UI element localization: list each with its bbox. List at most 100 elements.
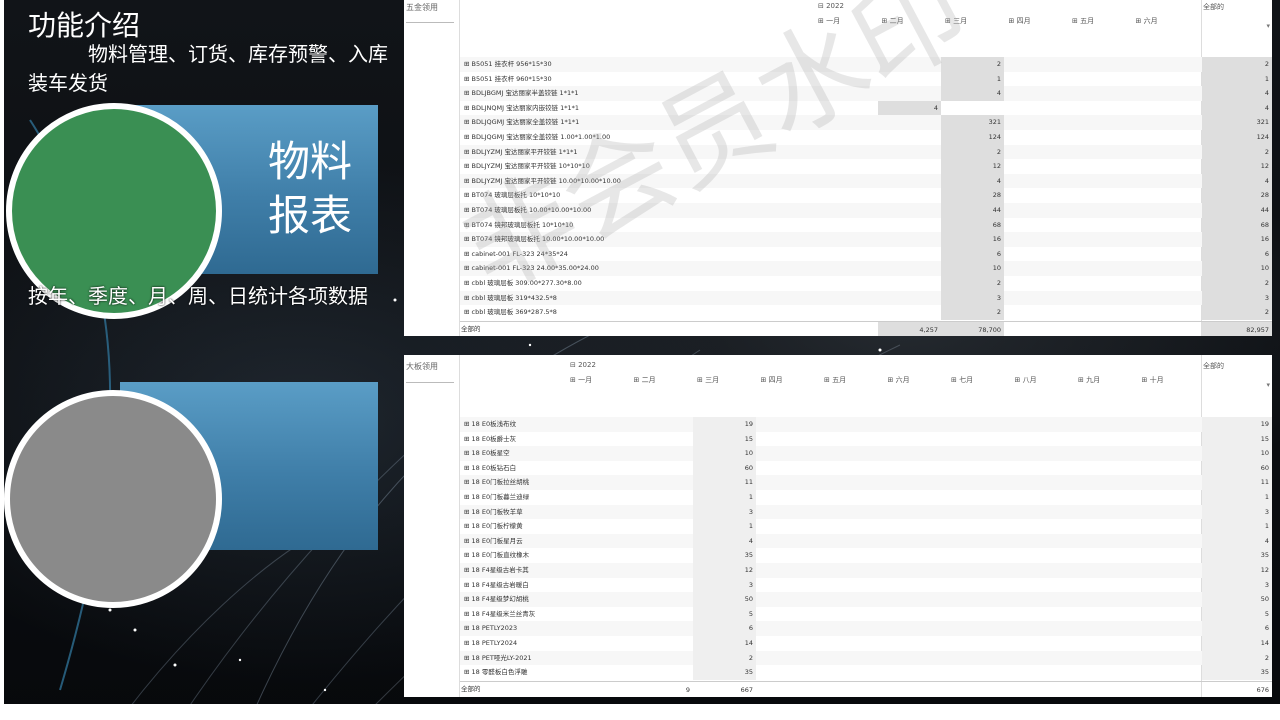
row-label[interactable]: ⊞ 18 E0板浅布纹 [464, 417, 516, 432]
table-row: ⊞ BT074 玻璃层板托 10*10*10 28 28 [460, 188, 1272, 203]
month-header[interactable]: ⊞ 二月 [882, 16, 904, 26]
scroll-down-icon[interactable]: ▾ [1266, 381, 1270, 389]
row-label[interactable]: ⊞ cabinet-001 FL-323 24.00*35.00*24.00 [464, 261, 599, 276]
row-label[interactable]: ⊞ cbbl 玻璃层板 319*432.5*8 [464, 291, 557, 306]
scroll-down-icon[interactable]: ▾ [1266, 22, 1270, 30]
row-label[interactable]: ⊞ BDLJYZMJ 宝达丽家平开铰链 10*10*10 [464, 159, 590, 174]
month-header[interactable]: ⊞ 一月 [818, 16, 840, 26]
row-label[interactable]: ⊞ 18 E0门板拉丝胡桃 [464, 475, 529, 490]
year-header[interactable]: ⊟ 2022 [818, 2, 844, 10]
month-header[interactable]: ⊞ 二月 [634, 375, 656, 385]
row-label[interactable]: ⊞ 18 E0门板星月云 [464, 534, 523, 549]
row-label[interactable]: ⊞ B5051 挂衣杆 956*15*30 [464, 57, 552, 72]
row-label[interactable]: ⊞ 18 E0门板牧羊草 [464, 505, 523, 520]
row-label[interactable]: ⊞ 18 E0门板柠檬黄 [464, 519, 523, 534]
total-value-cell: 68 [1202, 217, 1272, 233]
month-header[interactable]: ⊞ 三月 [945, 16, 967, 26]
month-header[interactable]: ⊞ 十月 [1142, 375, 1164, 385]
month-header[interactable]: ⊞ 五月 [824, 375, 846, 385]
month-header[interactable]: ⊞ 五月 [1072, 16, 1094, 26]
mar-value-cell: 10 [693, 446, 756, 461]
grand-total-cell: 82,957 [1202, 321, 1272, 336]
row-label[interactable]: ⊞ 18 E0板爵士灰 [464, 432, 516, 447]
total-value-cell: 10 [1202, 446, 1272, 461]
row-label[interactable]: ⊞ BT074 镜邦玻璃层板托 10.00*10.00*10.00 [464, 232, 604, 247]
row-label[interactable]: ⊞ 18 F4星级米兰丝青灰 [464, 607, 535, 622]
mar-value-cell: 4 [941, 173, 1004, 189]
table-row: ⊞ 18 E0门板柠檬黄 1 1 [460, 519, 1272, 534]
row-label[interactable]: ⊞ cbbl 玻璃层板 309.00*277.30*8.00 [464, 276, 582, 291]
gray-circle [4, 390, 222, 608]
row-label[interactable]: ⊞ 18 F4星级古岩卡其 [464, 563, 529, 578]
table-row: ⊞ cabinet-001 FL-323 24*35*24 6 6 [460, 246, 1272, 262]
row-label[interactable]: ⊞ BDLJNQMJ 宝达丽家内嵌铰链 1*1*1 [464, 101, 579, 116]
month-header[interactable]: ⊞ 七月 [951, 375, 973, 385]
mar-value-cell: 19 [693, 417, 756, 432]
slide-title: 功能介绍 [28, 9, 141, 42]
row-label[interactable]: ⊞ 18 PETLY2023 [464, 621, 517, 636]
table-row: ⊞ BT074 镜邦玻璃层板托 10.00*10.00*10.00 16 16 [460, 232, 1272, 247]
row-label[interactable]: ⊞ 18 F4星级古岩暖白 [464, 578, 529, 593]
row-label[interactable]: ⊞ BDLJQGMJ 宝达丽家全盖铰链 1.00*1.00*1.00 [464, 130, 610, 145]
table-row: ⊞ 18 PETLY2024 14 14 [460, 636, 1272, 651]
month-header[interactable]: ⊞ 三月 [697, 375, 719, 385]
table-row: ⊞ cbbl 玻璃层板 309.00*277.30*8.00 2 2 [460, 276, 1272, 291]
month-header[interactable]: ⊞ 四月 [1009, 16, 1031, 26]
row-label[interactable]: ⊞ BT074 镜邦玻璃层板托 10*10*10 [464, 218, 573, 233]
row-label[interactable]: ⊞ BDLJYZMJ 宝达丽家平开铰链 10.00*10.00*10.00 [464, 174, 621, 189]
table-row: ⊞ 18 E0板爵士灰 15 15 [460, 431, 1272, 447]
mar-value-cell: 15 [693, 431, 756, 447]
row-label[interactable]: ⊞ BT074 玻璃层板托 10*10*10 [464, 188, 560, 203]
row-label[interactable]: ⊞ cbbl 玻璃层板 369*287.5*8 [464, 305, 557, 320]
row-label[interactable]: ⊞ 18 PETLY2024 [464, 636, 517, 651]
row-label[interactable]: ⊞ BT074 玻璃层板托 10.00*10.00*10.00 [464, 203, 591, 218]
year-header[interactable]: ⊟ 2022 [570, 361, 596, 369]
row-label[interactable]: ⊞ 18 E0门板暮兰迪绿 [464, 490, 529, 505]
row-label[interactable]: ⊞ 18 E0板钻石白 [464, 461, 516, 476]
row-label[interactable]: ⊞ 18 E0板星空 [464, 446, 510, 461]
table-row: ⊞ cbbl 玻璃层板 369*287.5*8 2 2 [460, 305, 1272, 320]
total-value-cell: 16 [1202, 232, 1272, 247]
month-header[interactable]: ⊞ 一月 [570, 375, 592, 385]
row-label[interactable]: ⊞ BDLJBGMJ 宝达丽家半盖铰链 1*1*1 [464, 86, 578, 101]
feb-value-cell [878, 130, 941, 145]
table-row: ⊞ cbbl 玻璃层板 319*432.5*8 3 3 [460, 290, 1272, 306]
row-label[interactable]: ⊞ BDLJQGMJ 宝达丽家全盖铰链 1*1*1 [464, 115, 579, 130]
mar-value-cell: 50 [693, 592, 756, 607]
row-label[interactable]: ⊞ 18 PET哑光LY-2021 [464, 651, 532, 666]
total-value-cell: 60 [1202, 460, 1272, 476]
row-label[interactable]: ⊞ cabinet-001 FL-323 24*35*24 [464, 247, 568, 262]
row-label[interactable]: ⊞ BDLJYZMJ 宝达丽家平开铰链 1*1*1 [464, 145, 578, 160]
mar-value-cell: 1 [693, 519, 756, 534]
total-value-cell: 50 [1202, 592, 1272, 607]
row-label[interactable]: ⊞ 18 F4星级梦幻胡桃 [464, 592, 529, 607]
table-row: ⊞ 18 F4星级米兰丝青灰 5 5 [460, 606, 1272, 622]
table-row: ⊞ BDLJYZMJ 宝达丽家平开铰链 10.00*10.00*10.00 4 4 [460, 173, 1272, 189]
mar-value-cell: 124 [941, 130, 1004, 145]
total-value-cell: 5 [1202, 606, 1272, 622]
row-label[interactable]: ⊞ B5051 挂衣杆 960*15*30 [464, 72, 552, 87]
month-header[interactable]: ⊞ 八月 [1015, 375, 1037, 385]
mar-value-cell: 3 [693, 504, 756, 520]
table-row: ⊞ 18 PETLY2023 6 6 [460, 621, 1272, 636]
table-row: ⊞ 18 E0板浅布纹 19 19 [460, 417, 1272, 432]
month-header[interactable]: ⊞ 四月 [761, 375, 783, 385]
mar-value-cell: 6 [941, 246, 1004, 262]
total-value-cell: 3 [1202, 577, 1272, 593]
table-row: ⊞ BDLJYZMJ 宝达丽家平开铰链 1*1*1 2 2 [460, 144, 1272, 160]
table-row: ⊞ 18 PET哑光LY-2021 2 2 [460, 650, 1272, 666]
table-row: ⊞ B5051 挂衣杆 960*15*30 1 1 [460, 71, 1272, 87]
table-row: ⊞ BDLJNQMJ 宝达丽家内嵌铰链 1*1*1 4 4 [460, 100, 1272, 116]
month-header[interactable]: ⊞ 六月 [888, 375, 910, 385]
total-value-cell: 4 [1202, 86, 1272, 101]
total-value-cell: 1 [1202, 490, 1272, 505]
row-label[interactable]: ⊞ 18 零醛板白色浮雕 [464, 665, 527, 680]
row-label[interactable]: ⊞ 18 E0门板直纹橡木 [464, 548, 529, 563]
mar-value-cell: 6 [693, 621, 756, 636]
total-value-cell: 2 [1202, 305, 1272, 320]
month-header[interactable]: ⊞ 六月 [1136, 16, 1158, 26]
mar-value-cell: 1 [693, 490, 756, 505]
month-header[interactable]: ⊞ 九月 [1078, 375, 1100, 385]
table-row: ⊞ 18 E0门板暮兰迪绿 1 1 [460, 490, 1272, 505]
mar-value-cell: 3 [941, 290, 1004, 306]
